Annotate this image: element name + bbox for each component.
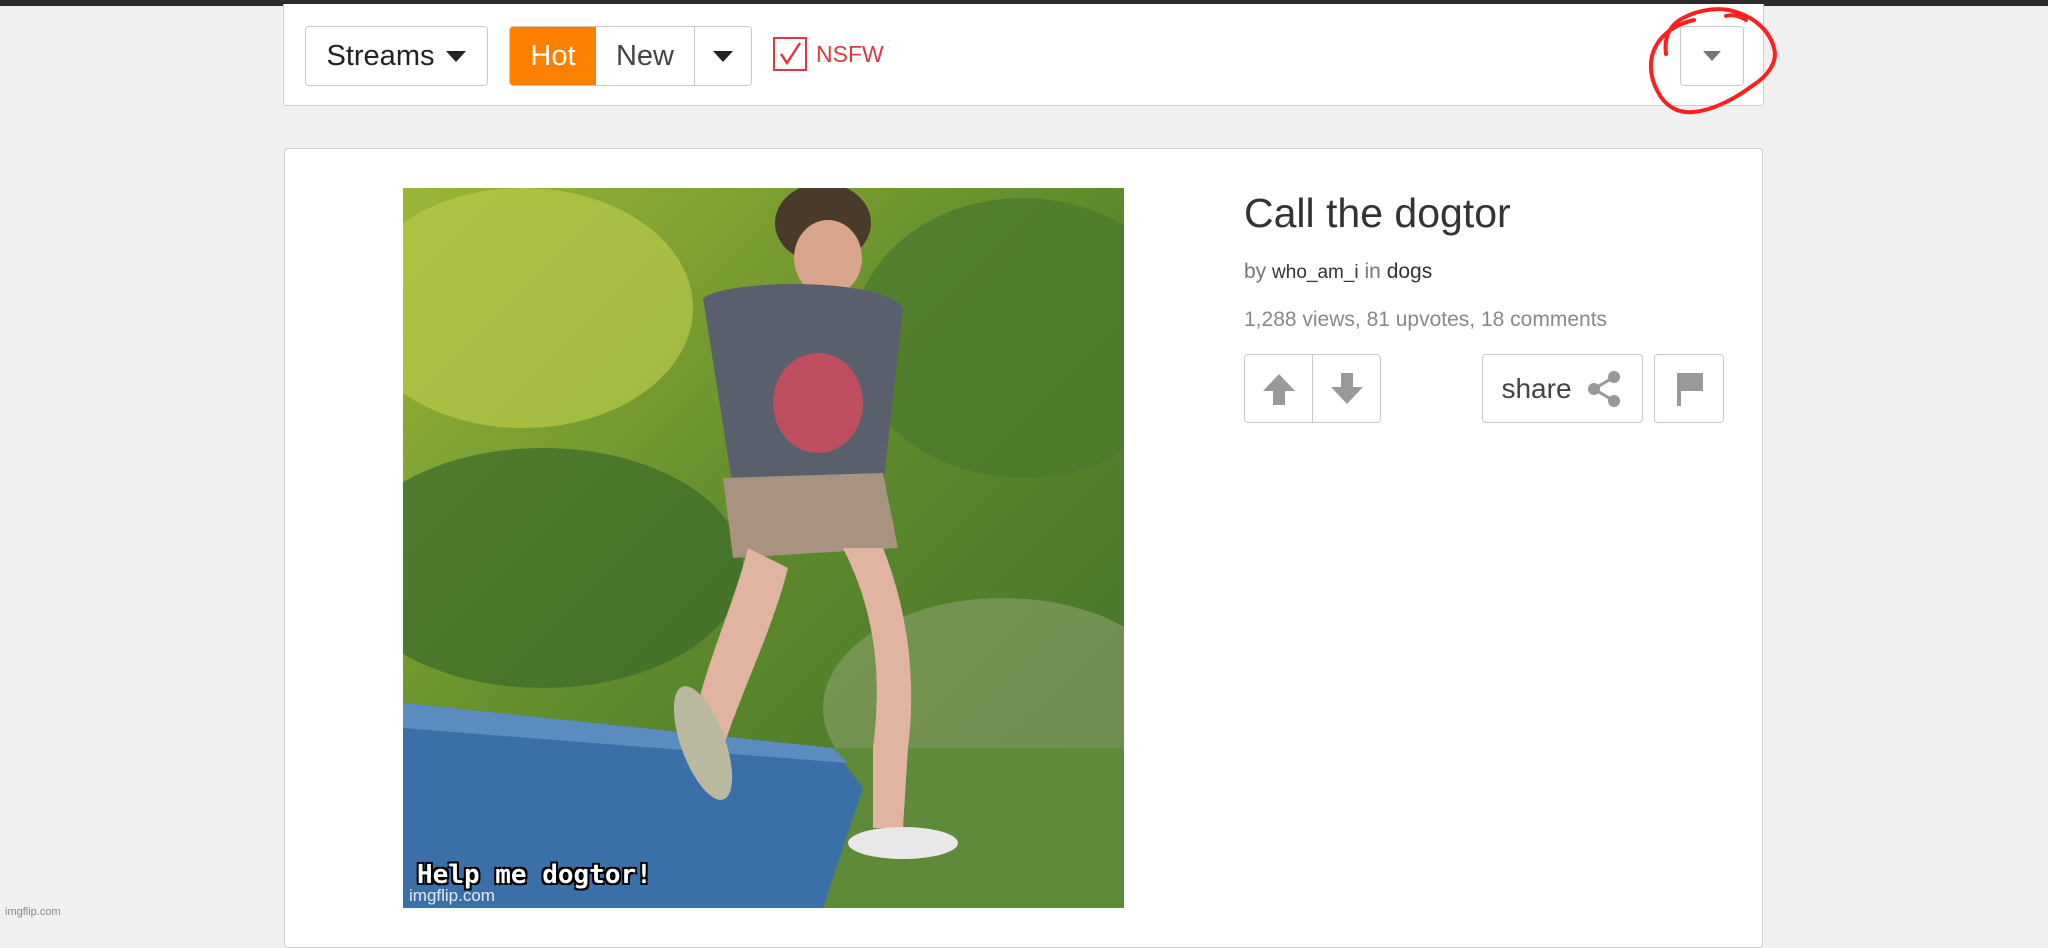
meme-watermark: imgflip.com (409, 886, 495, 905)
nsfw-filter[interactable]: NSFW (773, 37, 884, 71)
stream-link[interactable]: dogs (1387, 260, 1433, 283)
sort-hot-button[interactable]: Hot (510, 27, 596, 85)
flag-icon (1677, 372, 1703, 406)
downvote-button[interactable] (1313, 355, 1380, 422)
chevron-down-icon (446, 50, 467, 62)
by-prefix: by (1244, 260, 1267, 283)
share-label: share (1501, 372, 1572, 404)
sort-options-dropdown[interactable] (695, 27, 751, 85)
checkmark-icon (779, 42, 802, 66)
downvote-arrow-icon (1330, 372, 1363, 404)
page-watermark: imgflip.com (5, 906, 61, 918)
nsfw-checkbox[interactable] (773, 37, 807, 71)
sort-new-button[interactable]: New (596, 27, 695, 85)
chevron-down-icon (713, 50, 733, 62)
post-title[interactable]: Call the dogtor (1244, 190, 1511, 237)
chevron-down-icon (1703, 51, 1721, 61)
stream-toolbar: Streams Hot New NSFW (283, 4, 1764, 106)
meme-illustration (403, 188, 1124, 908)
in-word: in (1364, 260, 1381, 283)
upvote-button[interactable] (1245, 355, 1313, 422)
options-dropdown-button[interactable] (1680, 26, 1744, 86)
flag-button[interactable] (1654, 354, 1724, 423)
nsfw-label: NSFW (816, 40, 884, 67)
upvote-arrow-icon (1262, 373, 1295, 405)
vote-buttons (1244, 354, 1381, 423)
streams-dropdown-button[interactable]: Streams (305, 26, 488, 86)
post-byline: by who_am_i in dogs (1244, 260, 1432, 284)
streams-label: Streams (326, 39, 435, 72)
meme-image[interactable]: Help me dogtor! imgflip.com (403, 188, 1124, 908)
post-stats: 1,288 views, 81 upvotes, 18 comments (1244, 308, 1608, 331)
share-icon (1587, 370, 1620, 407)
author-link[interactable]: who_am_i (1272, 262, 1359, 283)
share-button[interactable]: share (1482, 354, 1643, 423)
sort-toggle-group: Hot New (509, 26, 752, 86)
